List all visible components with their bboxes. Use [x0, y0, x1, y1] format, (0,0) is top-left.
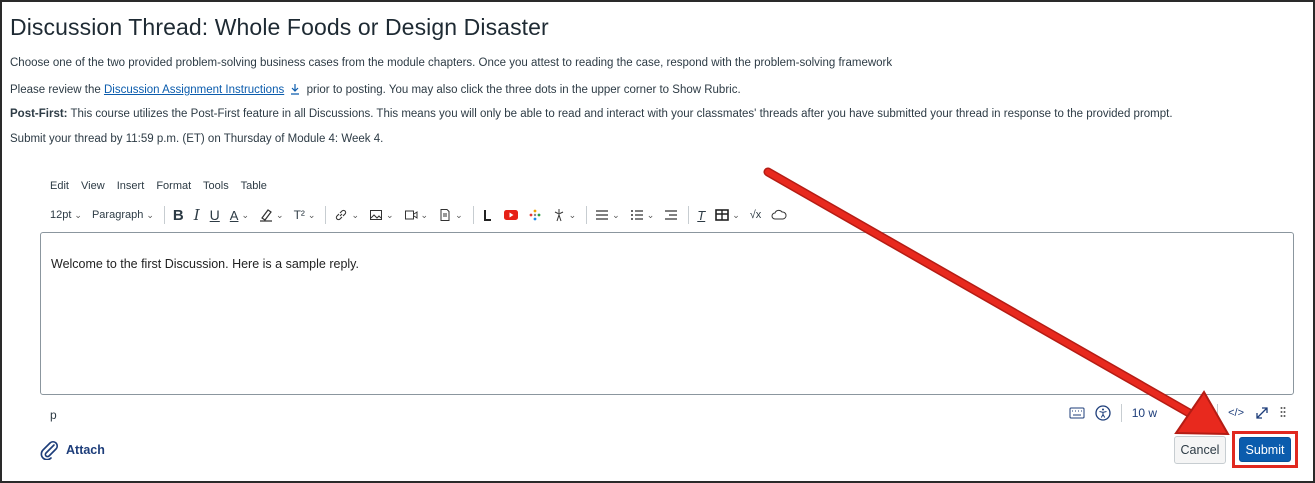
- bold-icon[interactable]: B: [173, 207, 184, 224]
- toolbar-divider: [163, 206, 165, 224]
- submit-button[interactable]: Submit: [1239, 437, 1291, 462]
- superscript-icon[interactable]: T² ⌄: [294, 208, 316, 222]
- post-first-label: Post-First:: [10, 108, 68, 120]
- menu-edit[interactable]: Edit: [50, 180, 69, 192]
- media-icon[interactable]: ⌄: [404, 208, 428, 222]
- post-first-text: Post-First: This course utilizes the Pos…: [10, 108, 1173, 120]
- editor-menubar: Edit View Insert Format Tools Table: [50, 180, 276, 192]
- accessibility-icon[interactable]: [1095, 405, 1111, 421]
- link-icon[interactable]: ⌄: [334, 208, 359, 222]
- menu-insert[interactable]: Insert: [117, 180, 145, 192]
- html-icon[interactable]: </>: [1228, 407, 1244, 419]
- paperclip-icon: [40, 440, 59, 460]
- menu-tools[interactable]: Tools: [203, 180, 229, 192]
- word-count: 10 w: [1131, 406, 1158, 420]
- instruction-text-1: Choose one of the two provided problem-s…: [10, 57, 893, 69]
- assignment-instructions-link[interactable]: Discussion Assignment Instructions: [104, 84, 284, 96]
- page-title: Discussion Thread: Whole Foods or Design…: [10, 14, 549, 40]
- instruction-text-2: Please review the Discussion Assignment …: [10, 83, 741, 96]
- toolbar-divider: [688, 206, 690, 224]
- youtube-icon[interactable]: [503, 210, 518, 220]
- instruction-2-prefix: Please review the: [10, 84, 104, 96]
- clear-format-icon[interactable]: T: [697, 208, 705, 223]
- editor-statusbar: p 10 w </>: [40, 402, 1294, 424]
- font-size-select[interactable]: 12pt ⌄: [50, 209, 82, 221]
- table-icon[interactable]: ⌄: [715, 209, 740, 221]
- block-format-value: Paragraph: [91, 209, 144, 221]
- editor-toolbar: 12pt ⌄ Paragraph ⌄ B I U A ⌄ ⌄ T² ⌄ ⌄ ⌄ ⌄ ⌄ …: [50, 204, 797, 226]
- element-path[interactable]: p: [50, 408, 57, 422]
- fullscreen-icon[interactable]: [1254, 405, 1270, 421]
- block-format-select[interactable]: Paragraph ⌄: [92, 209, 154, 221]
- attach-label: Attach: [66, 443, 105, 457]
- highlight-icon[interactable]: ⌄: [259, 208, 284, 222]
- underline-icon[interactable]: U: [210, 207, 220, 223]
- menu-format[interactable]: Format: [156, 180, 191, 192]
- menu-table[interactable]: Table: [241, 180, 267, 192]
- toolbar-divider: [472, 206, 474, 224]
- chevron-down-icon: ⌄: [74, 209, 82, 220]
- attach-button[interactable]: Attach: [40, 440, 105, 460]
- apps-icon[interactable]: [482, 208, 494, 222]
- toolbar-divider: [325, 206, 327, 224]
- accessibility-check-icon[interactable]: ⌄: [552, 208, 576, 222]
- keyboard-icon[interactable]: [1069, 407, 1085, 419]
- statusbar-tools: 10 w </>: [1069, 404, 1286, 422]
- font-size-value: 12pt: [50, 209, 72, 221]
- italic-icon[interactable]: I: [194, 206, 200, 224]
- submit-highlight-box: Submit: [1232, 431, 1298, 468]
- toolbar-divider: [586, 206, 588, 224]
- resize-icon[interactable]: [1280, 406, 1286, 420]
- statusbar-divider: [1120, 404, 1122, 422]
- post-first-description: This course utilizes the Post-First feat…: [67, 108, 1173, 120]
- list-icon[interactable]: ⌄: [630, 209, 654, 221]
- deadline-text: Submit your thread by 11:59 p.m. (ET) on…: [10, 133, 384, 145]
- cloud-icon[interactable]: [771, 209, 787, 221]
- equation-icon[interactable]: √x: [750, 209, 762, 221]
- menu-view[interactable]: View: [81, 180, 105, 192]
- chevron-down-icon: ⌄: [146, 209, 154, 220]
- text-color-icon[interactable]: A ⌄: [230, 208, 249, 223]
- editor-content-text: Welcome to the first Discussion. Here is…: [51, 257, 359, 271]
- statusbar-divider: [1217, 404, 1219, 422]
- image-icon[interactable]: ⌄: [369, 208, 394, 222]
- indent-icon[interactable]: [664, 209, 678, 221]
- cancel-button[interactable]: Cancel: [1174, 436, 1226, 464]
- download-icon[interactable]: [289, 83, 301, 95]
- rich-text-editor: Edit View Insert Format Tools Table 12pt…: [40, 176, 1294, 436]
- align-icon[interactable]: ⌄: [595, 209, 620, 221]
- document-icon[interactable]: ⌄: [438, 208, 463, 222]
- instruction-2-suffix: prior to posting. You may also click the…: [303, 84, 741, 96]
- app-icon[interactable]: [528, 208, 542, 222]
- editor-content-area[interactable]: Welcome to the first Discussion. Here is…: [40, 232, 1294, 395]
